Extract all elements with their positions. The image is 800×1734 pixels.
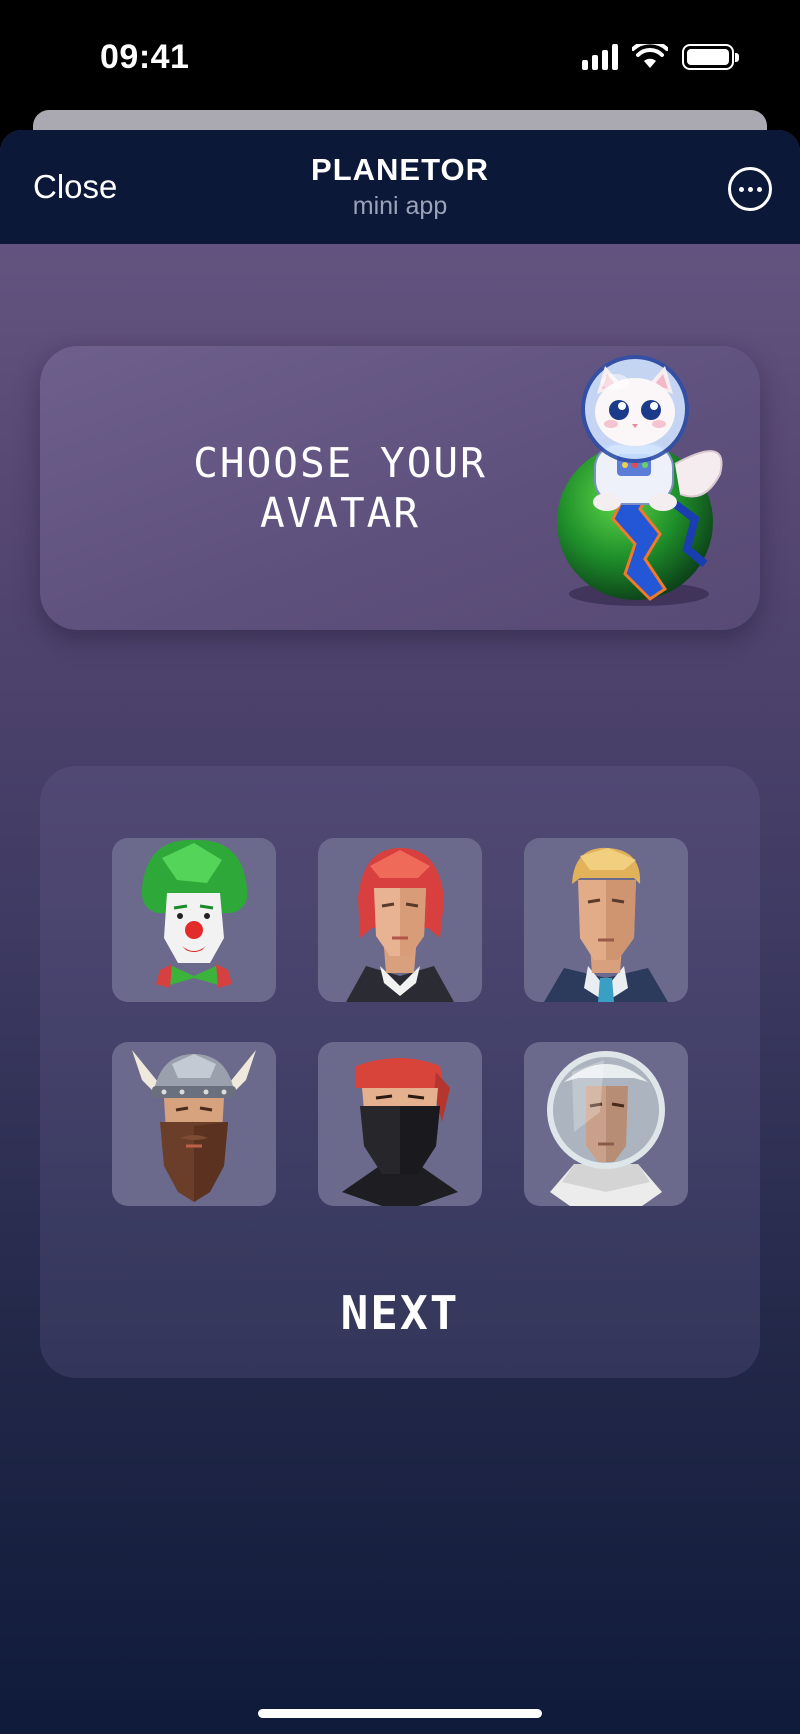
avatar-selection-panel: NEXT [40,766,760,1378]
status-bar: 09:41 [0,0,800,110]
more-icon[interactable] [728,167,772,211]
viking-avatar-icon [132,1050,256,1202]
banner-title-line-2: AVATAR [259,489,421,537]
status-icons [582,44,739,70]
signal-icon [582,44,618,70]
app-title: PLANETOR [311,152,489,187]
clown-avatar-icon [141,839,248,988]
home-indicator [258,1709,542,1718]
astronaut-avatar-icon [547,1051,665,1206]
avatar-option-red-haired-woman[interactable] [318,838,482,1002]
battery-icon [682,44,739,70]
woman-avatar-icon [346,848,454,1002]
man-avatar-icon [544,847,668,1002]
banner-title: CHOOSE YOUR AVATAR [100,438,580,538]
ninja-avatar-icon [342,1058,458,1206]
mini-app: Close PLANETOR mini app CHOOSE YOUR AVAT… [0,130,800,1734]
next-button[interactable]: NEXT [40,1286,760,1340]
status-time: 09:41 [100,38,190,76]
avatar-option-astronaut[interactable] [524,1042,688,1206]
astronaut-cat-planet-icon [557,355,723,606]
app-header: Close PLANETOR mini app [0,130,800,244]
banner-title-line-1: CHOOSE YOUR [193,439,487,487]
avatar-option-ninja[interactable] [318,1042,482,1206]
avatar-option-clown[interactable] [112,838,276,1002]
app-subtitle: mini app [352,192,448,220]
choose-avatar-banner: CHOOSE YOUR AVATAR [40,346,760,630]
avatar-grid [112,838,688,1206]
wifi-icon [632,44,668,68]
avatar-option-viking[interactable] [112,1042,276,1206]
avatar-option-blond-man[interactable] [524,838,688,1002]
